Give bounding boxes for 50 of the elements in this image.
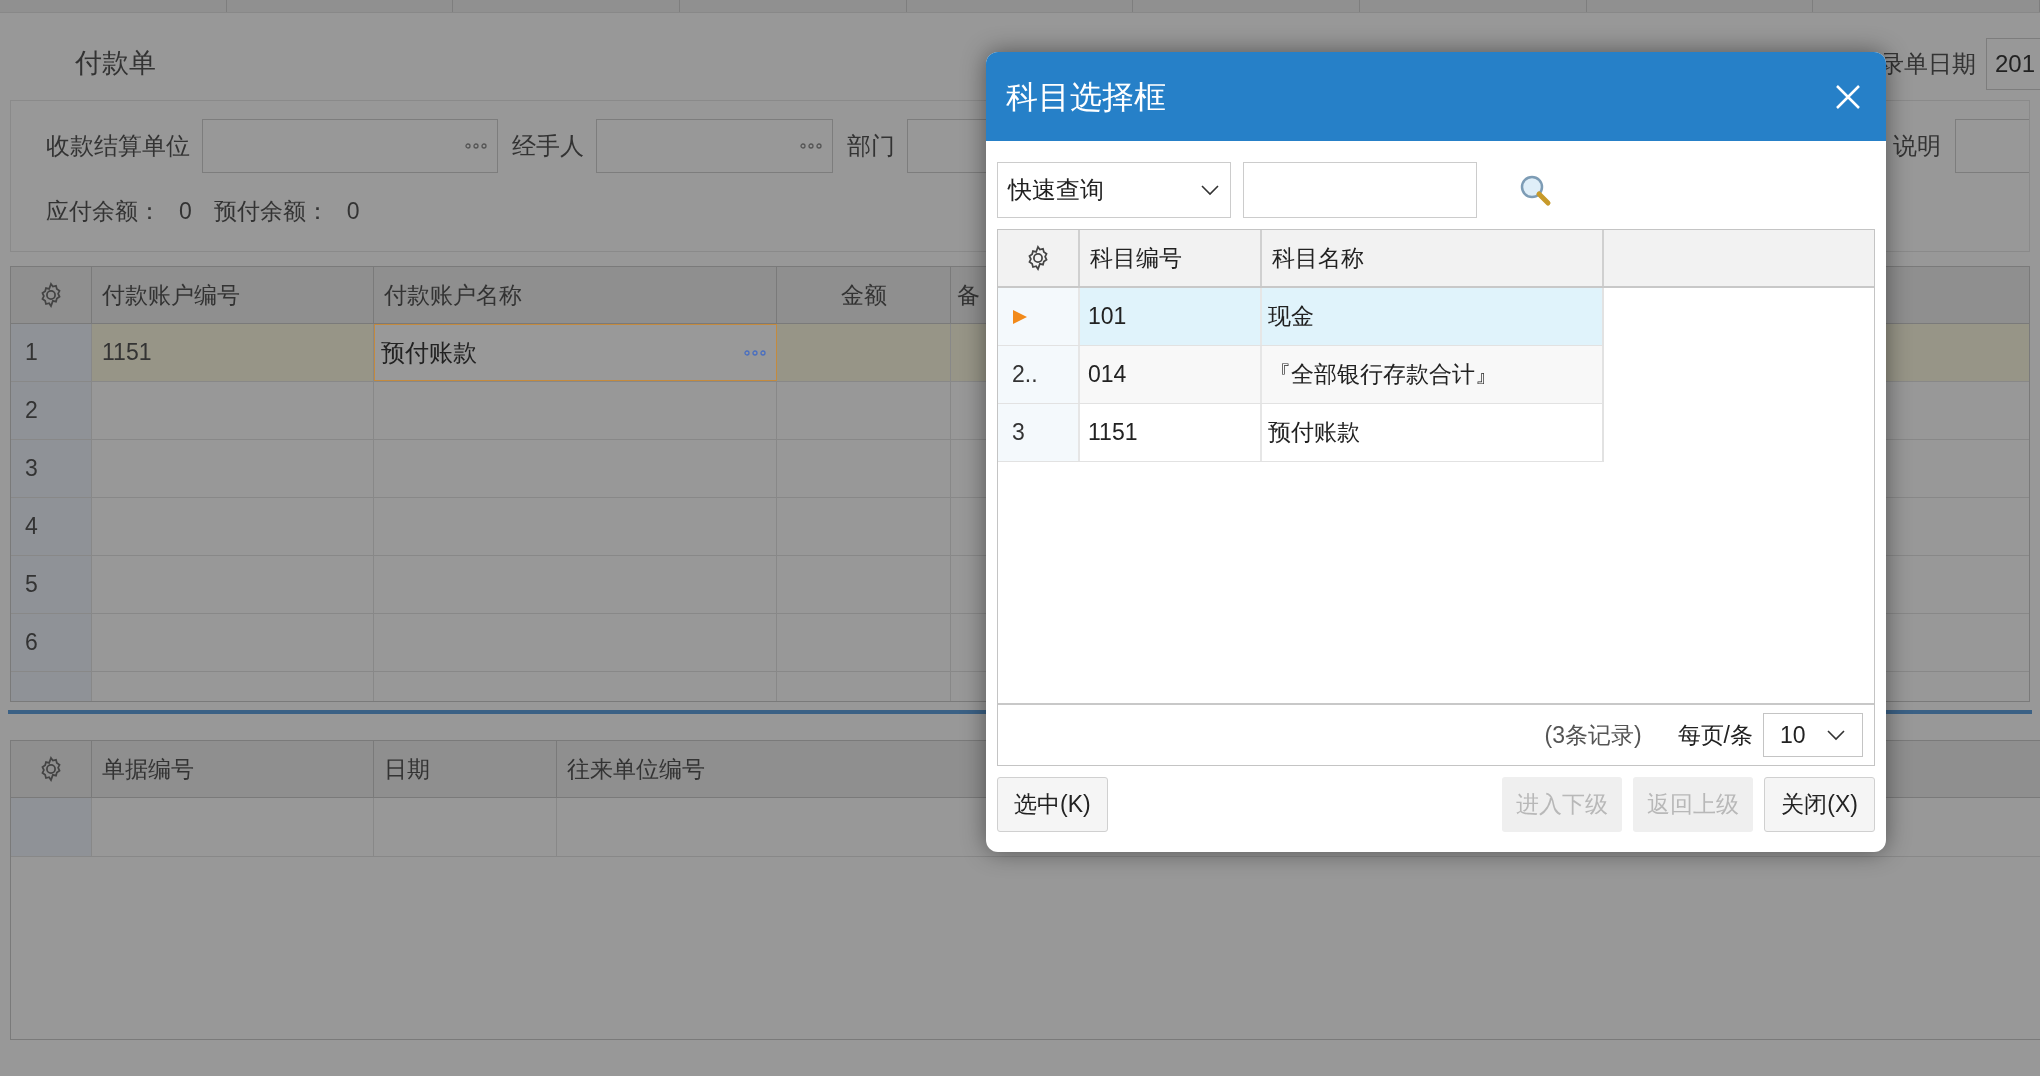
balance-label: 预付余额： [213, 196, 329, 226]
field-label: 说明 [1893, 131, 1941, 161]
table-cell-text: 现金 [1267, 302, 1315, 332]
row-number: 3 [11, 440, 92, 497]
date-field[interactable]: 201 [1986, 38, 2040, 90]
page-size-select[interactable]: 10 [1763, 713, 1863, 757]
field-label: 收款结算单位 [46, 131, 190, 161]
table-row[interactable]: 2.. 014 『全部银行存款合计』 [998, 346, 1604, 404]
row-number: 4 [11, 498, 92, 555]
column-header[interactable]: 单据编号 [92, 741, 374, 797]
more-icon[interactable] [465, 143, 487, 149]
table-cell: 1151 [1080, 404, 1262, 461]
row-number: 6 [11, 614, 92, 671]
column-header[interactable]: 日期 [374, 741, 557, 797]
field-label: 经手人 [512, 131, 584, 161]
row-number: 1 [11, 324, 92, 381]
close-icon [1835, 83, 1861, 110]
field-label: 部门 [847, 131, 895, 161]
balance-value: 0 [346, 196, 360, 226]
dialog-button[interactable]: 选中(K) [997, 777, 1108, 832]
lookup-field[interactable] [202, 119, 498, 173]
table-cell-text: 『全部银行存款合计』 [1267, 360, 1499, 390]
editing-cell[interactable]: 预付账款 [374, 324, 777, 381]
selected-row[interactable]: 101 现金 [998, 288, 1604, 346]
row-number: 2.. [1012, 360, 1038, 390]
dialog-button[interactable]: 关闭(X) [1764, 777, 1875, 832]
column-header[interactable]: 金额 [777, 267, 951, 323]
record-count: (3条记录) [1544, 720, 1642, 750]
current-row-icon [1012, 308, 1028, 325]
page-title: 付款单 [75, 47, 156, 80]
search-field[interactable] [1243, 162, 1477, 218]
dialog-title: 科目选择框 [1006, 77, 1166, 117]
row-number: 5 [11, 556, 92, 613]
column-header[interactable]: 付款账户名称 [374, 267, 777, 323]
column-header[interactable]: 科目名称 [1262, 230, 1604, 286]
chevron-down-icon [1200, 184, 1220, 196]
chevron-down-icon [1826, 729, 1846, 741]
search-mode-select[interactable]: 快速查询 [997, 162, 1231, 218]
row-number: 2 [11, 382, 92, 439]
more-icon[interactable] [744, 349, 766, 356]
column-header[interactable]: 科目编号 [1080, 230, 1262, 286]
balance-label: 应付余额： [46, 196, 161, 226]
balance-value: 0 [179, 196, 192, 226]
search-icon [1518, 173, 1552, 207]
column-header[interactable]: 付款账户编号 [92, 267, 374, 323]
text-field[interactable] [1955, 119, 2029, 173]
lookup-field[interactable] [596, 119, 833, 173]
table-row[interactable]: 3 1151 预付账款 [998, 404, 1604, 462]
more-icon[interactable] [800, 143, 822, 149]
page-size-label: 每页/条 [1677, 720, 1753, 750]
